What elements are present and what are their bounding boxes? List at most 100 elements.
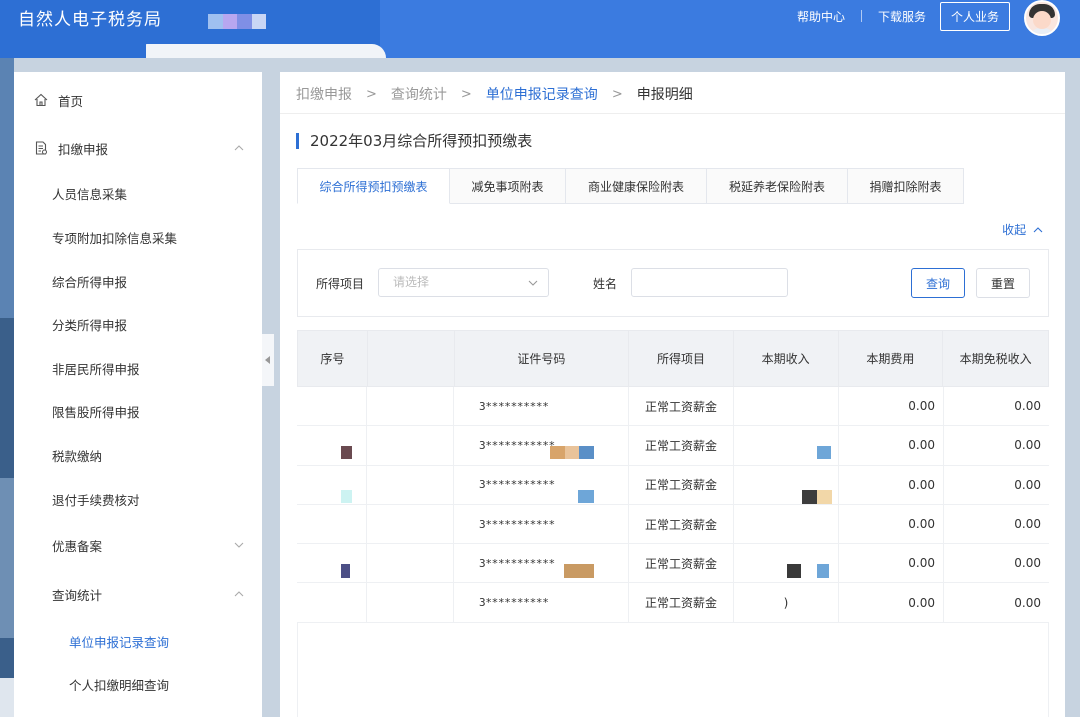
cell-taxfree-income: 0.00: [1014, 399, 1041, 414]
divider: [860, 10, 862, 22]
column-header-name: [368, 331, 455, 386]
download-service-link[interactable]: 下载服务: [878, 8, 926, 25]
table-row[interactable]: 3*********** 正常工资薪金 0.00 0.00: [297, 426, 1049, 466]
sidebar-item-discount-filing[interactable]: 优惠备案: [14, 530, 262, 560]
column-header-current-expense: 本期费用: [839, 331, 944, 386]
table-row[interactable]: 3*********** 正常工资薪金 0.00 0.00: [297, 544, 1049, 584]
collapse-filter-link[interactable]: 收起: [1002, 221, 1043, 238]
collapse-label: 收起: [1002, 223, 1027, 237]
cell-current-expense: 0.00: [839, 465, 944, 504]
home-icon: [34, 93, 48, 107]
header-notch: [146, 44, 386, 58]
cell-name: [367, 387, 454, 426]
cell-income-item: 正常工资薪金: [629, 426, 734, 465]
tab-donation-appendix[interactable]: 捐赠扣除附表: [848, 168, 964, 204]
cell-current-income: [734, 387, 839, 426]
cell-id-number: 3**********: [454, 583, 629, 622]
page-title-text: 2022年03月综合所得预扣预缴表: [310, 132, 533, 150]
declaration-table: 序号 证件号码 所得项目 本期收入 本期费用 本期免税收入 3*********…: [297, 330, 1049, 717]
breadcrumb-query-stats[interactable]: 查询统计: [391, 84, 447, 104]
privacy-mosaic: [564, 564, 594, 578]
cell-index: [297, 387, 367, 426]
breadcrumb-current: 申报明细: [636, 87, 693, 103]
cell-current-expense: 0.00: [839, 387, 944, 426]
breadcrumb: 扣缴申报 > 查询统计 > 单位申报记录查询 > 申报明细: [296, 84, 693, 104]
table-row[interactable]: 3********** 正常工资薪金 0.00 0.00: [297, 387, 1049, 427]
sidebar-item-tax-payment[interactable]: 税款缴纳: [14, 440, 262, 470]
page-title: 2022年03月综合所得预扣预缴表: [296, 130, 532, 151]
cell-index: [297, 544, 367, 583]
sidebar-item-special-deduction[interactable]: 专项附加扣除信息采集: [14, 222, 262, 252]
sidebar-item-label: 综合所得申报: [52, 274, 128, 290]
cell-id-number: 3***********: [454, 426, 629, 465]
cell-current-expense: 0.00: [839, 426, 944, 465]
sidebar-item-unit-record-query[interactable]: 单位申报记录查询: [14, 626, 262, 656]
privacy-mosaic: [817, 564, 829, 578]
column-header-current-income: 本期收入: [734, 331, 839, 386]
tab-comprehensive-prepay[interactable]: 综合所得预扣预缴表: [297, 168, 450, 204]
sidebar-item-classified[interactable]: 分类所得申报: [14, 309, 262, 339]
table-row[interactable]: 3*********** 正常工资薪金 0.00 0.00: [297, 504, 1049, 545]
sidebar-item-label: 退付手续费核对: [52, 492, 140, 508]
column-header-id-number: 证件号码: [455, 331, 630, 386]
tab-exemption-appendix[interactable]: 减免事项附表: [450, 168, 566, 204]
breadcrumb-declare[interactable]: 扣缴申报: [296, 84, 352, 104]
sidebar-item-comprehensive[interactable]: 综合所得申报: [14, 266, 262, 296]
sidebar-item-label: 扣缴申报: [58, 141, 109, 157]
breadcrumb-unit-record-query[interactable]: 单位申报记录查询: [486, 84, 598, 104]
table-row[interactable]: 3********** 正常工资薪金) 0.00 0.00: [297, 583, 1049, 623]
name-input[interactable]: [631, 268, 788, 297]
column-header-income-item: 所得项目: [629, 331, 734, 386]
income-item-select[interactable]: 请选择: [378, 268, 549, 297]
help-center-link[interactable]: 帮助中心: [797, 8, 845, 25]
cell-id-number: 3**********: [454, 387, 629, 426]
cell-taxfree-income: 0.00: [1014, 477, 1041, 492]
cell-index: [297, 583, 367, 622]
sidebar-item-label: 优惠备案: [52, 538, 103, 554]
cell-income-item: 正常工资薪金: [629, 544, 734, 583]
background-window-edge: [0, 58, 14, 717]
cell-taxfree-income: 0.00: [1014, 438, 1041, 453]
table-header: 序号 证件号码 所得项目 本期收入 本期费用 本期免税收入: [297, 330, 1049, 387]
sidebar-item-personnel-info[interactable]: 人员信息采集: [14, 178, 262, 208]
avatar-face: [1033, 11, 1051, 29]
privacy-mosaic: [341, 490, 352, 503]
sidebar-item-nonresident[interactable]: 非居民所得申报: [14, 353, 262, 383]
sidebar-collapse-handle[interactable]: [262, 334, 274, 386]
sidebar: 首页 扣缴申报 人员信息采集 专项附加扣除信息采集 综合所得申报 分类所得申报 …: [14, 72, 262, 717]
cell-id-number: 3***********: [454, 465, 629, 504]
chevron-up-icon: [1033, 227, 1043, 233]
site-logo[interactable]: 自然人电子税务局: [18, 5, 162, 30]
sidebar-item-home[interactable]: 首页: [14, 85, 262, 115]
query-button[interactable]: 查询: [911, 268, 965, 298]
title-accent-bar: [296, 132, 299, 149]
privacy-mosaic: [817, 446, 831, 459]
sidebar-item-personal-detail-query[interactable]: 个人扣缴明细查询: [14, 669, 262, 699]
privacy-mosaic: [578, 490, 594, 503]
reset-button[interactable]: 重置: [976, 268, 1030, 298]
sidebar-item-label: 首页: [58, 93, 84, 109]
cell-name: [367, 465, 454, 504]
table-row[interactable]: 3*********** 正常工资薪金 0.00 0.00: [297, 465, 1049, 505]
cell-taxfree-income: 0.00: [1014, 556, 1041, 571]
cell-current-expense: 0.00: [839, 504, 944, 544]
personal-business-button[interactable]: 个人业务: [939, 1, 1010, 31]
sidebar-item-label: 查询统计: [52, 587, 103, 603]
cell-name: [367, 583, 454, 622]
cell-taxfree-income: 0.00: [1014, 517, 1041, 532]
sidebar-item-query-stats[interactable]: 查询统计: [14, 579, 262, 609]
privacy-mosaic: [550, 446, 595, 459]
sidebar-item-label: 分类所得申报: [52, 317, 128, 333]
cell-income-item: 正常工资薪金: [629, 583, 734, 622]
sidebar-item-fee-refund[interactable]: 退付手续费核对: [14, 484, 262, 514]
column-header-taxfree-income: 本期免税收入: [959, 352, 1032, 366]
tab-pension-insurance-appendix[interactable]: 税延养老保险附表: [707, 168, 848, 204]
tab-bar: 综合所得预扣预缴表 减免事项附表 商业健康保险附表 税延养老保险附表 捐赠扣除附…: [297, 168, 964, 204]
tab-health-insurance-appendix[interactable]: 商业健康保险附表: [566, 168, 707, 204]
sidebar-item-restricted-stock[interactable]: 限售股所得申报: [14, 396, 262, 426]
cell-id-number: 3***********: [454, 544, 629, 583]
sidebar-item-declare[interactable]: 扣缴申报: [14, 133, 262, 163]
caret-left-icon: [265, 356, 270, 364]
avatar[interactable]: [1024, 0, 1060, 36]
top-header: 自然人电子税务局 帮助中心 下载服务 个人业务: [0, 0, 1080, 58]
